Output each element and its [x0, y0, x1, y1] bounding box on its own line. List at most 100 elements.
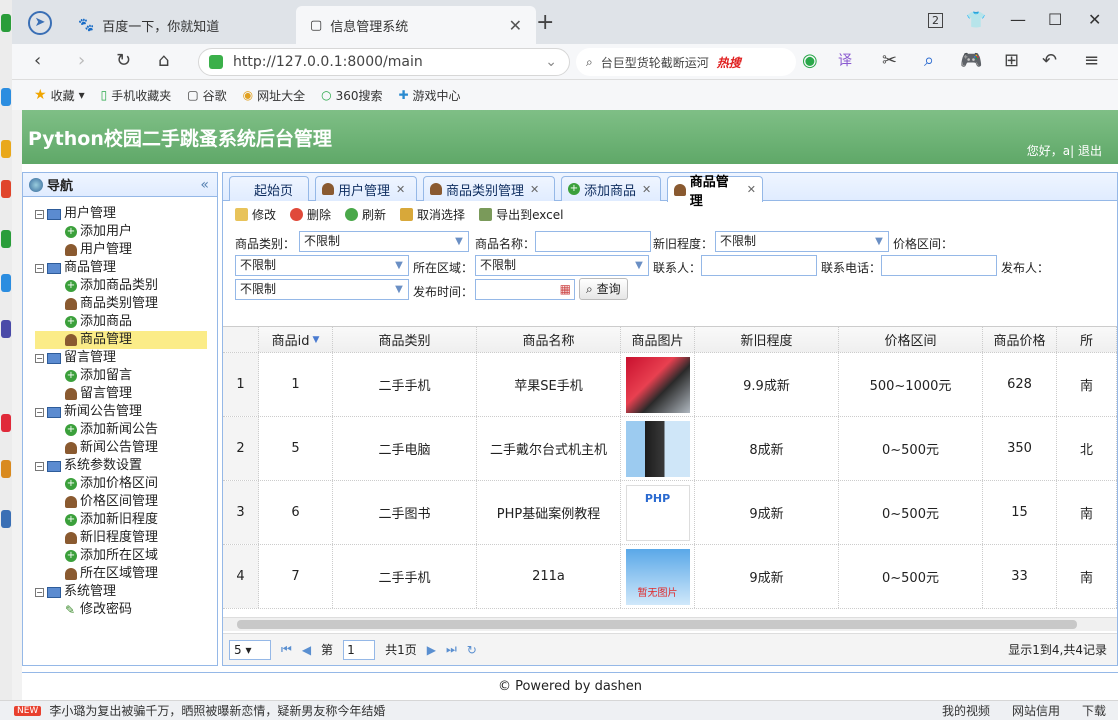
browser-app-icon[interactable]	[1, 88, 11, 106]
column-header[interactable]: 商品价格	[983, 327, 1057, 352]
browser-app-icon[interactable]	[1, 274, 11, 292]
nav-item[interactable]: + 添加商品	[35, 313, 217, 331]
browser-app-icon[interactable]	[1, 320, 11, 338]
delete-button[interactable]: 删除	[290, 206, 331, 223]
magnifier-icon[interactable]: ⌕	[924, 50, 934, 71]
home-icon[interactable]: ⌂	[158, 50, 169, 71]
table-row[interactable]: 4 7 二手手机 211a 暂无图片 9成新 0~500元 33 南	[223, 545, 1117, 609]
collapse-icon[interactable]: «	[200, 177, 209, 193]
bookmark-item[interactable]: ○ 360搜索	[321, 87, 382, 104]
collapse-toggle-icon[interactable]: −	[35, 353, 44, 363]
close-icon[interactable]: ✕	[396, 183, 405, 196]
collapse-toggle-icon[interactable]: −	[35, 461, 44, 471]
reload-icon[interactable]: ↻	[116, 50, 131, 71]
tab-count-badge[interactable]: 2	[928, 13, 943, 28]
bookmark-item[interactable]: ▢ 谷歌	[187, 87, 226, 104]
new-tab-button[interactable]: +	[536, 10, 554, 35]
unselect-button[interactable]: 取消选择	[400, 206, 465, 223]
contact-input[interactable]	[701, 255, 817, 276]
nav-item[interactable]: ✎ 修改密码	[35, 601, 217, 619]
refresh-button[interactable]: 刷新	[345, 206, 386, 223]
browser-app-icon[interactable]	[1, 230, 11, 248]
content-tab[interactable]: 起始页	[229, 176, 309, 201]
phone-input[interactable]	[881, 255, 997, 276]
nav-item[interactable]: 商品类别管理	[35, 295, 217, 313]
nav-item[interactable]: 新旧程度管理	[35, 529, 217, 547]
close-icon[interactable]: ✕	[642, 183, 651, 196]
url-input[interactable]: http://127.0.0.1:8000/main ⌄	[198, 48, 570, 76]
horizontal-scrollbar[interactable]	[223, 617, 1117, 631]
bookmark-item[interactable]: ◉ 网址大全	[243, 87, 306, 104]
extension-icon[interactable]: ◉	[802, 50, 818, 71]
scrollbar-thumb[interactable]	[237, 620, 1077, 629]
nav-group[interactable]: − 用户管理	[35, 205, 217, 223]
collapse-toggle-icon[interactable]: −	[35, 407, 44, 417]
content-tab[interactable]: + 添加商品 ✕	[561, 176, 661, 201]
no-image-placeholder[interactable]: 暂无图片	[625, 548, 690, 605]
user-logout-link[interactable]: 您好，a| 退出	[1027, 142, 1102, 159]
table-row[interactable]: 1 1 二手手机 苹果SE手机 9.9成新 500~1000元 628 南	[223, 353, 1117, 417]
next-page-icon[interactable]: ▶	[427, 643, 436, 657]
browser-search-input[interactable]: ⌕ 台巨型货轮截断运河 热搜	[576, 48, 796, 76]
close-tab-icon[interactable]: ✕	[509, 16, 522, 35]
my-video-link[interactable]: 我的视频	[942, 702, 990, 719]
phone-image[interactable]	[625, 356, 690, 413]
browser-app-icon[interactable]	[1, 14, 11, 32]
collapse-toggle-icon[interactable]: −	[35, 263, 44, 273]
browser-app-icon[interactable]	[1, 180, 11, 198]
browser-logo-icon[interactable]: ➤	[28, 11, 52, 35]
export-excel-button[interactable]: 导出到excel	[479, 206, 563, 223]
table-row[interactable]: 2 5 二手电脑 二手戴尔台式机主机 8成新 0~500元 350 北	[223, 417, 1117, 481]
first-page-icon[interactable]: ⏮	[281, 642, 292, 657]
column-header[interactable]: 所	[1057, 327, 1117, 352]
prev-page-icon[interactable]: ◀	[302, 643, 311, 657]
nav-item[interactable]: 用户管理	[35, 241, 217, 259]
nav-item[interactable]: + 添加留言	[35, 367, 217, 385]
collapse-toggle-icon[interactable]: −	[35, 587, 44, 597]
category-select[interactable]: 不限制 ▼	[299, 231, 469, 252]
content-tab[interactable]: 用户管理 ✕	[315, 176, 417, 201]
bookmark-item[interactable]: ✚ 游戏中心	[398, 87, 460, 104]
nav-item[interactable]: + 添加价格区间	[35, 475, 217, 493]
close-window-icon[interactable]: ✕	[1088, 10, 1101, 29]
nav-item[interactable]: 商品管理	[35, 331, 207, 349]
query-button[interactable]: ⌕ 查询	[579, 278, 628, 300]
translate-icon[interactable]: 译	[838, 50, 852, 70]
browser-app-icon[interactable]	[1, 510, 11, 528]
nav-item[interactable]: 留言管理	[35, 385, 217, 403]
nav-item[interactable]: + 添加用户	[35, 223, 217, 241]
column-header[interactable]: 商品图片	[621, 327, 695, 352]
menu-icon[interactable]: ≡	[1084, 50, 1099, 71]
price-select[interactable]: 不限制 ▼	[235, 255, 409, 276]
nav-group[interactable]: − 留言管理	[35, 349, 217, 367]
name-input[interactable]	[535, 231, 651, 252]
nav-group[interactable]: − 商品管理	[35, 259, 217, 277]
content-tab[interactable]: 商品类别管理 ✕	[423, 176, 555, 201]
nav-item[interactable]: + 添加所在区域	[35, 547, 217, 565]
area-select[interactable]: 不限制 ▼	[475, 255, 649, 276]
column-header[interactable]: 商品id ▼	[259, 327, 333, 352]
publish-time-input[interactable]: ▦	[475, 279, 575, 300]
nav-item[interactable]: 价格区间管理	[35, 493, 217, 511]
column-header[interactable]: 商品类别	[333, 327, 477, 352]
computer-image[interactable]	[625, 420, 690, 477]
browser-app-icon[interactable]	[1, 140, 11, 158]
bookmark-item[interactable]: ★ 收藏 ▾	[34, 87, 85, 104]
chevron-down-icon[interactable]: ⌄	[545, 54, 557, 70]
table-row[interactable]: 3 6 二手图书 PHP基础案例教程 PHP 9成新 0~500元 15 南	[223, 481, 1117, 545]
scissors-icon[interactable]: ✂	[882, 50, 897, 71]
last-page-icon[interactable]: ⏭	[446, 642, 457, 657]
column-header[interactable]: 商品名称	[477, 327, 621, 352]
news-ticker[interactable]: 李小璐为复出被骗千万，晒照被曝新恋情，疑新男友称今年结婚	[49, 702, 385, 719]
nav-group[interactable]: − 系统参数设置	[35, 457, 217, 475]
column-header[interactable]: 价格区间	[839, 327, 983, 352]
nav-item[interactable]: + 添加商品类别	[35, 277, 217, 295]
browser-app-icon[interactable]	[1, 460, 11, 478]
close-icon[interactable]: ✕	[530, 183, 539, 196]
nav-item[interactable]: 所在区域管理	[35, 565, 217, 583]
page-size-select[interactable]: 5 ▾	[229, 639, 271, 660]
nav-group[interactable]: − 新闻公告管理	[35, 403, 217, 421]
game-icon[interactable]: 🎮	[960, 50, 982, 71]
publisher-select[interactable]: 不限制 ▼	[235, 279, 409, 300]
content-tab[interactable]: 商品管理 ✕	[667, 175, 763, 209]
